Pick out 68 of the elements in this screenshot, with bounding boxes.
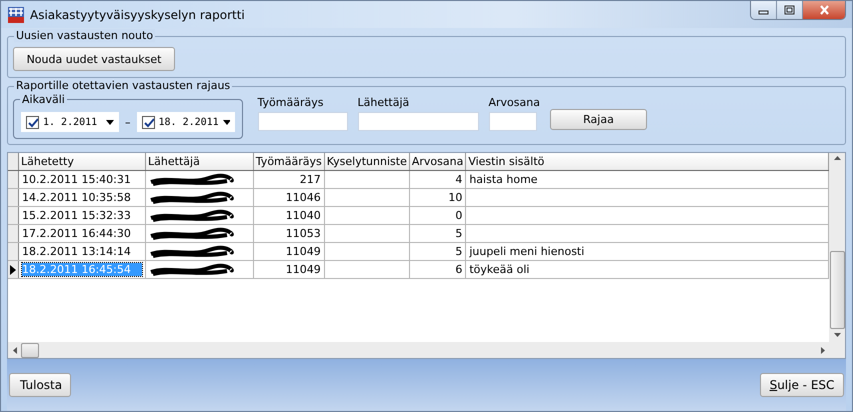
dropdown-caret-icon: [222, 120, 230, 124]
date-picker[interactable]: 18. 2.2011: [136, 112, 234, 132]
table-cell: 5: [455, 245, 462, 258]
table-cell: 5: [455, 227, 462, 240]
current-row-icon: [10, 264, 16, 274]
table-cell: 10.2.2011 15:40:31: [22, 173, 131, 186]
field-label: Lähettäjä: [358, 96, 410, 109]
scroll-thumb[interactable]: [21, 342, 39, 358]
close-button[interactable]: [803, 1, 845, 19]
checkbox[interactable]: [26, 116, 39, 128]
close-esc-button[interactable]: Sulje - ESC: [760, 373, 844, 397]
column-header[interactable]: Arvosana: [409, 153, 466, 170]
table-cell: 217: [300, 173, 321, 186]
table-cell: 18.2.2011 13:14:14: [22, 245, 131, 258]
table-cell: 14.2.2011 10:35:58: [22, 191, 131, 204]
table-cell: juupeli meni hienosti: [469, 245, 584, 258]
table-cell: 0: [455, 209, 462, 222]
group-title: Aikaväli: [20, 93, 67, 106]
scroll-up-icon: [834, 156, 840, 160]
table-cell: 18.2.2011 16:45:54: [22, 263, 142, 276]
column-header[interactable]: Viestin sisältö: [466, 153, 828, 170]
table-cell: 15.2.2011 15:32:33: [22, 209, 131, 222]
column-header[interactable]: Lähettäjä: [146, 153, 254, 170]
close-icon: [818, 5, 830, 15]
table-cell: 11046: [286, 191, 321, 204]
filter-button[interactable]: Rajaa: [550, 109, 647, 130]
fetch-button[interactable]: Nouda uudet vastaukset: [13, 47, 175, 71]
input-field[interactable]: [488, 112, 536, 131]
window-title: Asiakastyytyväisyyskyselyn raportti: [30, 8, 246, 22]
table-cell: 10: [448, 191, 462, 204]
column-header[interactable]: Työmääräys: [253, 153, 324, 170]
minimize-button[interactable]: [751, 1, 777, 19]
group-title: Raportille otettavien vastausten rajaus: [14, 79, 232, 92]
table-cell: 11049: [286, 245, 321, 258]
range-dash: –: [125, 116, 130, 128]
scroll-thumb[interactable]: [830, 251, 844, 329]
table-cell: töykeää oli: [469, 263, 530, 276]
table-cell: 11040: [286, 209, 321, 222]
table-cell: haista home: [469, 173, 538, 186]
maximize-button[interactable]: [777, 1, 803, 19]
column-header[interactable]: Lähetetty: [18, 153, 146, 170]
scroll-left-icon: [13, 346, 17, 354]
date-picker[interactable]: 1. 2.2011: [21, 112, 119, 132]
horizontal-scrollbar[interactable]: [8, 342, 845, 358]
column-header[interactable]: Kyselytunniste: [324, 153, 410, 170]
input-field[interactable]: [258, 112, 348, 131]
table-cell: 11053: [286, 227, 321, 240]
row-header[interactable]: [8, 260, 18, 278]
scroll-down-icon: [834, 333, 840, 337]
scroll-right-icon: [821, 346, 825, 354]
date-value: 18. 2.2011: [158, 116, 219, 128]
table-cell: 11049: [286, 263, 321, 276]
check-icon: [142, 116, 154, 128]
check-icon: [27, 116, 38, 128]
table-cell: 6: [455, 263, 462, 276]
vertical-scrollbar[interactable]: [829, 153, 845, 342]
table-cell: 17.2.2011 16:44:30: [22, 227, 131, 240]
print-button[interactable]: Tulosta: [9, 373, 71, 397]
date-value: 1. 2.2011: [43, 116, 98, 128]
app-icon: [8, 6, 24, 22]
maximize-icon: [784, 5, 795, 15]
dropdown-caret-icon: [106, 120, 114, 124]
input-field[interactable]: [358, 112, 478, 131]
field-label: Työmääräys: [258, 96, 324, 109]
field-label: Arvosana: [488, 96, 540, 109]
group-title: Uusien vastausten nouto: [14, 29, 156, 42]
table-cell: 4: [455, 173, 462, 186]
checkbox[interactable]: [142, 116, 154, 128]
